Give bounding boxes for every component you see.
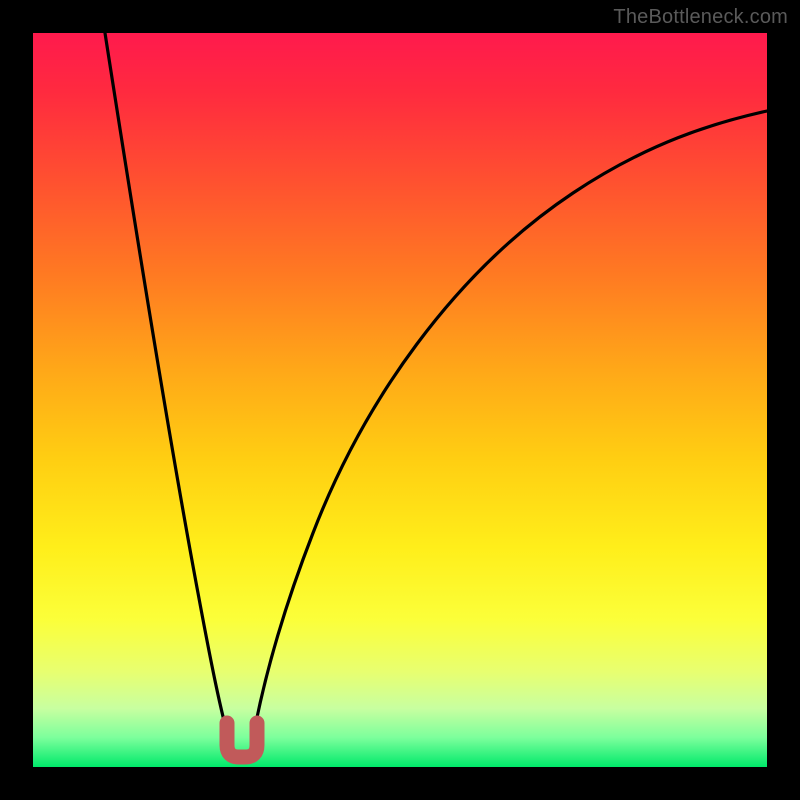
curve-right-branch xyxy=(252,111,767,743)
bottleneck-curves xyxy=(33,33,767,767)
curve-left-branch xyxy=(105,33,230,743)
optimal-u-marker xyxy=(227,723,257,757)
chart-plot-area xyxy=(33,33,767,767)
watermark-text: TheBottleneck.com xyxy=(613,6,788,29)
